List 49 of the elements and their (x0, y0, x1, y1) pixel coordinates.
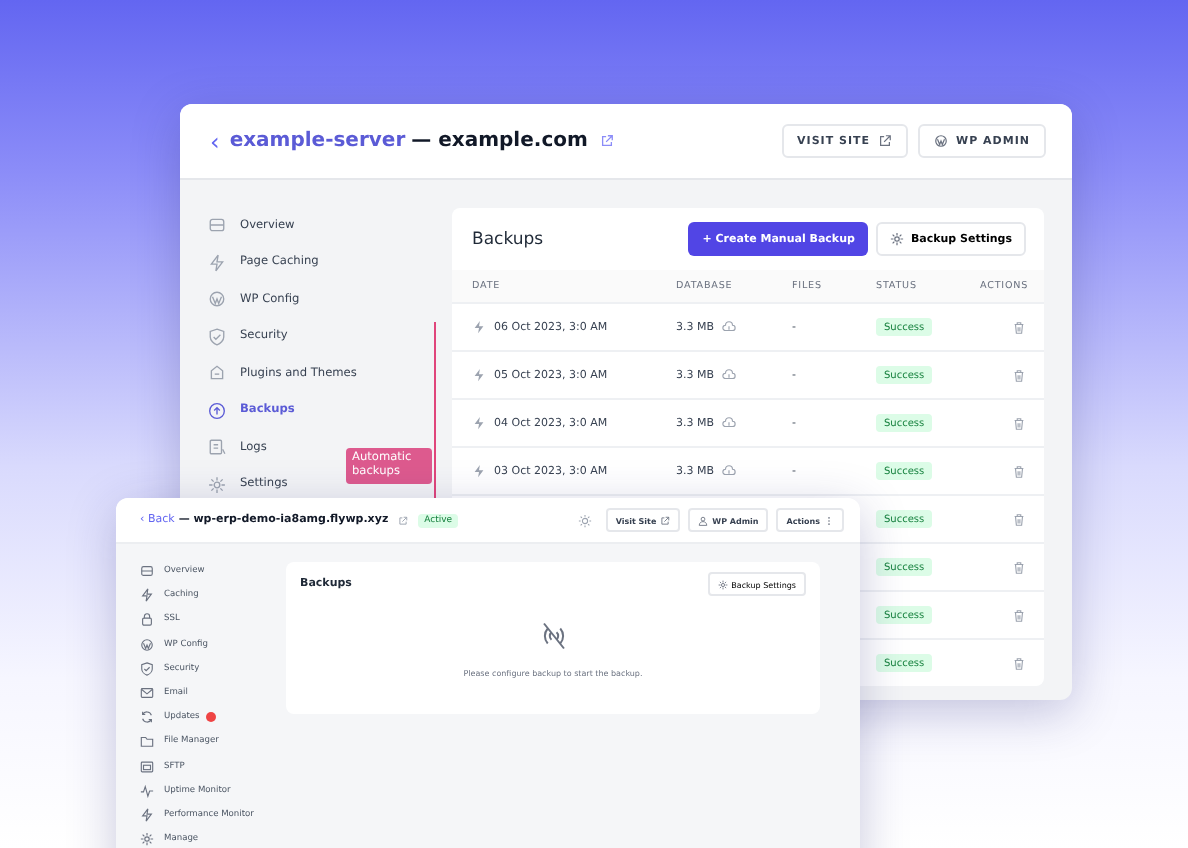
cloud-icon[interactable] (722, 368, 737, 382)
delete-icon[interactable] (1012, 415, 1026, 431)
panel-title: Backups (472, 229, 544, 249)
bolt-icon (472, 464, 486, 478)
back-chevron[interactable]: ‹ (210, 127, 220, 155)
server-icon (208, 216, 226, 235)
circle-w-icon (140, 637, 154, 652)
external-link-icon[interactable] (599, 134, 614, 148)
document-icon (208, 438, 226, 457)
settings-icon (140, 832, 154, 847)
upload-icon (208, 401, 226, 420)
delete-icon[interactable] (1012, 607, 1026, 623)
delete-icon[interactable] (1012, 367, 1026, 383)
theme-toggle-icon[interactable] (577, 513, 592, 527)
bolt-icon (472, 416, 486, 430)
server-link[interactable]: example-server (229, 130, 406, 152)
external-link-icon[interactable] (398, 515, 409, 525)
delete-icon[interactable] (1012, 559, 1026, 575)
bolt-icon (208, 253, 226, 272)
delete-icon[interactable] (1012, 511, 1026, 527)
refresh-icon (140, 710, 154, 725)
external-link-icon (878, 134, 893, 148)
bolt-icon (472, 368, 486, 382)
delete-icon[interactable] (1012, 319, 1026, 335)
shield-icon (140, 661, 154, 676)
settings-icon (717, 579, 728, 589)
delete-icon[interactable] (1012, 655, 1026, 671)
house-icon (208, 364, 226, 383)
external-link-icon (660, 515, 671, 525)
cloud-icon[interactable] (722, 416, 737, 430)
pulse-icon (140, 783, 154, 798)
shield-icon (208, 327, 226, 346)
delete-icon[interactable] (1012, 463, 1026, 479)
bolt-icon (140, 807, 154, 822)
person-icon (698, 515, 709, 525)
bolt-icon (140, 588, 154, 603)
circle-w-icon (934, 134, 949, 148)
cloud-icon[interactable] (722, 464, 737, 478)
site-title: — example.com (411, 130, 588, 152)
circle-w-icon (208, 290, 226, 309)
settings-icon (890, 232, 905, 246)
settings-icon (208, 475, 226, 494)
bolt-icon (472, 320, 486, 334)
server-icon (140, 564, 154, 578)
mail-icon (140, 685, 154, 700)
folder-icon (140, 734, 154, 749)
lock-icon (140, 612, 154, 627)
cloud-icon[interactable] (722, 320, 737, 334)
monitor-icon (140, 759, 154, 773)
